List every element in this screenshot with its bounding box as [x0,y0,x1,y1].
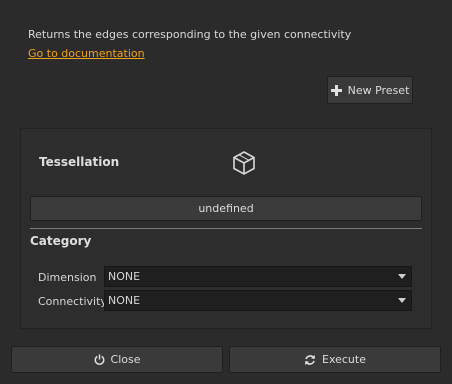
cube-icon [232,150,256,176]
connectivity-select[interactable]: NONE [104,290,412,311]
category-title: Category [30,234,92,248]
tessellation-value-label: undefined [198,202,254,215]
tessellation-value-button[interactable]: undefined [30,196,422,221]
new-preset-label: New Preset [347,83,410,97]
chevron-down-icon [398,274,406,279]
tessellation-title: Tessellation [39,155,120,169]
new-preset-button[interactable]: New Preset [327,76,413,104]
dimension-label: Dimension [38,271,97,284]
description-text: Returns the edges corresponding to the g… [28,28,352,41]
refresh-icon [304,354,316,366]
dimension-select[interactable]: NONE [104,266,412,287]
dimension-value: NONE [108,270,141,283]
connectivity-label: Connectivity [38,295,107,308]
connectivity-value: NONE [108,294,141,307]
plus-icon [330,84,342,96]
execute-button[interactable]: Execute [229,346,441,373]
documentation-link[interactable]: Go to documentation [28,47,145,60]
execute-label: Execute [322,353,366,366]
chevron-down-icon [398,298,406,303]
section-divider [30,228,422,229]
close-button[interactable]: Close [11,346,223,373]
power-icon [94,354,105,365]
close-label: Close [110,353,141,366]
